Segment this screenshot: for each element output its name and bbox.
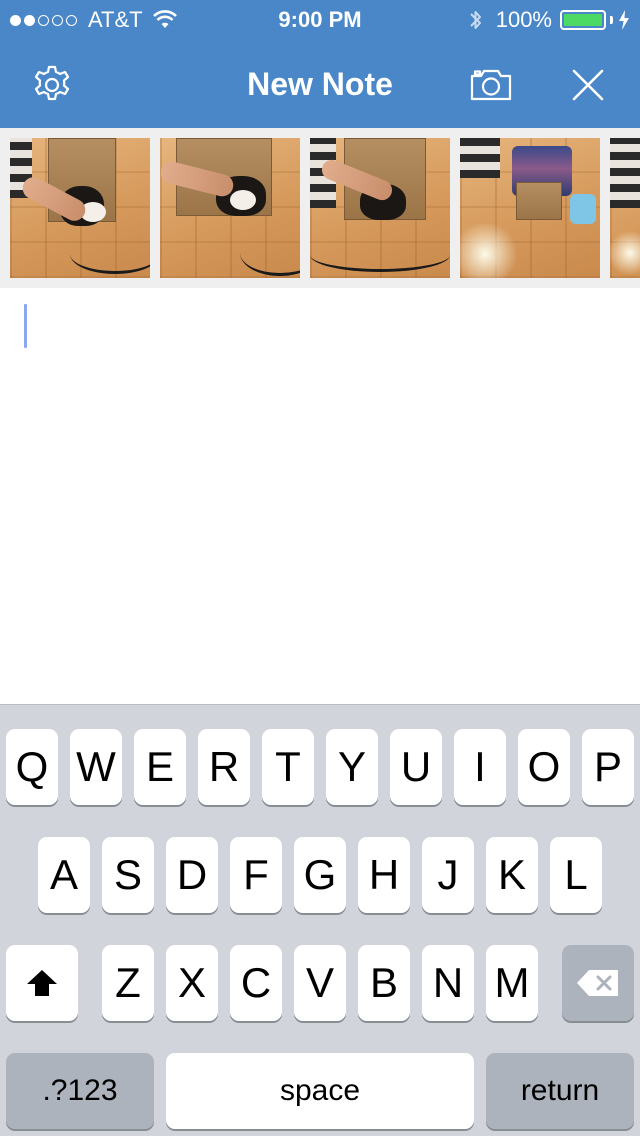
navigation-bar: New Note	[0, 40, 640, 128]
key-o[interactable]: O	[518, 729, 570, 805]
key-t[interactable]: T	[262, 729, 314, 805]
shift-arrow-icon	[27, 970, 57, 996]
key-b[interactable]: B	[358, 945, 410, 1021]
page-title: New Note	[247, 66, 393, 102]
key-m[interactable]: M	[486, 945, 538, 1021]
keyboard: Q W E R T Y U I O P A S D F G H J K L Z …	[0, 704, 640, 1136]
photo-thumbnail-5[interactable]	[610, 138, 640, 278]
photo-detail	[460, 138, 500, 178]
battery-tip	[610, 16, 613, 24]
key-a[interactable]: A	[38, 837, 90, 913]
delete-key[interactable]	[562, 945, 634, 1021]
photo-thumbnail-2[interactable]	[160, 138, 300, 278]
key-r[interactable]: R	[198, 729, 250, 805]
camera-button[interactable]	[468, 62, 514, 108]
key-w[interactable]: W	[70, 729, 122, 805]
key-l[interactable]: L	[550, 837, 602, 913]
charging-bolt-icon	[619, 10, 629, 30]
key-u[interactable]: U	[390, 729, 442, 805]
photo-detail	[310, 238, 450, 272]
key-g[interactable]: G	[294, 837, 346, 913]
backspace-icon	[577, 970, 618, 996]
key-i[interactable]: I	[454, 729, 506, 805]
photo-thumbnail-4[interactable]	[460, 138, 600, 278]
key-k[interactable]: K	[486, 837, 538, 913]
photo-detail	[460, 224, 520, 278]
battery-icon	[560, 10, 606, 30]
battery-percentage: 100%	[495, 7, 552, 32]
photo-detail	[70, 234, 150, 274]
return-key[interactable]: return	[486, 1053, 634, 1129]
photo-box	[516, 182, 562, 220]
photo-thumbnail-3[interactable]	[310, 138, 450, 278]
key-p[interactable]: P	[582, 729, 634, 805]
close-icon	[572, 69, 604, 101]
photo-thumbnail-1[interactable]	[10, 138, 150, 278]
key-d[interactable]: D	[166, 837, 218, 913]
space-key[interactable]: space	[166, 1053, 474, 1129]
app-screen: AT&T 9:00 PM 100% New Note Q W E R T Y U…	[0, 0, 640, 1136]
text-cursor	[24, 304, 27, 348]
key-q[interactable]: Q	[6, 729, 58, 805]
key-y[interactable]: Y	[326, 729, 378, 805]
photo-detail	[610, 228, 640, 278]
note-text-area[interactable]	[0, 288, 640, 704]
photo-detail	[570, 194, 596, 224]
key-c[interactable]: C	[230, 945, 282, 1021]
photo-strip[interactable]	[0, 128, 640, 288]
photo-detail	[610, 138, 640, 208]
key-f[interactable]: F	[230, 837, 282, 913]
key-x[interactable]: X	[166, 945, 218, 1021]
camera-icon	[470, 69, 512, 101]
key-v[interactable]: V	[294, 945, 346, 1021]
top-bar: AT&T 9:00 PM 100% New Note	[0, 0, 640, 128]
key-s[interactable]: S	[102, 837, 154, 913]
numbers-key[interactable]: .?123	[6, 1053, 154, 1129]
status-bar: AT&T 9:00 PM 100%	[0, 0, 640, 40]
close-button[interactable]	[565, 62, 611, 108]
key-j[interactable]: J	[422, 837, 474, 913]
status-right: 100%	[468, 7, 630, 33]
key-n[interactable]: N	[422, 945, 474, 1021]
key-z[interactable]: Z	[102, 945, 154, 1021]
photo-detail	[230, 190, 256, 210]
bluetooth-icon	[470, 11, 481, 29]
battery-fill	[564, 14, 602, 26]
shift-key[interactable]	[6, 945, 78, 1021]
key-h[interactable]: H	[358, 837, 410, 913]
key-e[interactable]: E	[134, 729, 186, 805]
